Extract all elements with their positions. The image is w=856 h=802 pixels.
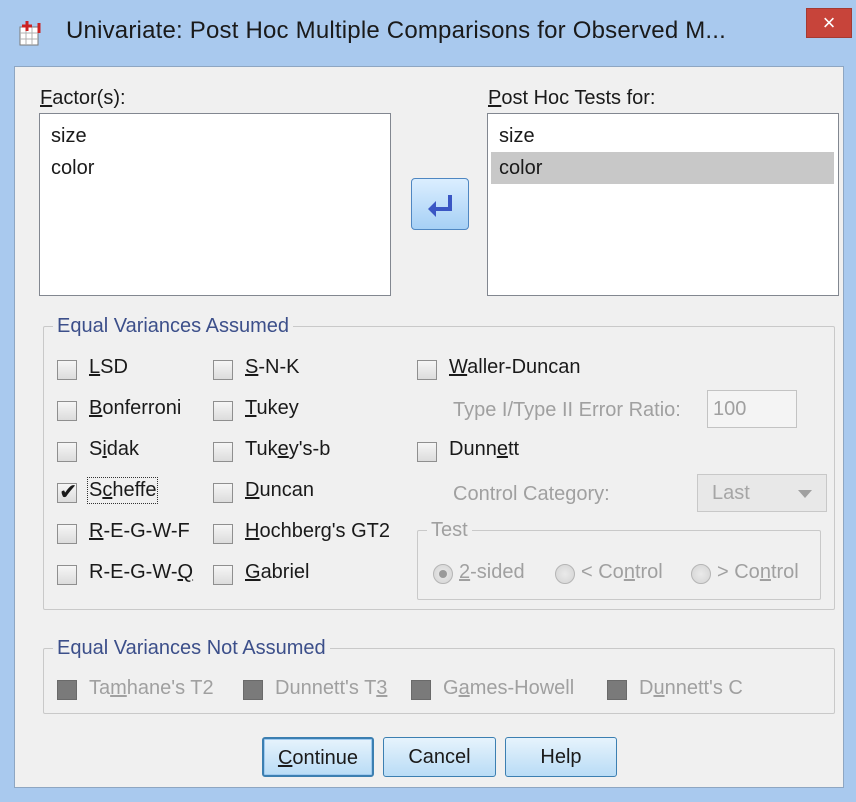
sidak-checkbox[interactable] (57, 442, 77, 462)
waller-duncan-checkbox[interactable] (417, 360, 437, 380)
test-group-title: Test (427, 519, 472, 542)
hochberg-checkbox[interactable] (213, 524, 233, 544)
posthoc-label: Post Hoc Tests for: (488, 87, 656, 109)
scheffe-checkbox[interactable]: ✔ (57, 479, 77, 504)
dunnett-t3-checkbox[interactable] (243, 680, 263, 700)
waller-duncan-label[interactable]: Waller-Duncan (449, 356, 581, 379)
control-category-value: Last (712, 482, 750, 504)
spss-app-icon (17, 19, 57, 49)
title-bar[interactable]: Univariate: Post Hoc Multiple Comparison… (0, 0, 856, 66)
lsd-label[interactable]: LSD (89, 356, 128, 379)
checkmark-icon: ✔ (59, 479, 78, 504)
move-to-posthoc-button[interactable] (411, 178, 469, 230)
chevron-down-icon (798, 490, 812, 498)
factor-item-color[interactable]: color (43, 152, 383, 184)
games-howell-checkbox[interactable] (411, 680, 431, 700)
gabriel-label[interactable]: Gabriel (245, 561, 309, 584)
regwf-checkbox[interactable] (57, 524, 77, 544)
cancel-button[interactable]: Cancel (383, 737, 496, 777)
two-sided-radio[interactable] (433, 564, 453, 584)
hochberg-label[interactable]: Hochberg's GT2 (245, 520, 390, 543)
dialog-window: Univariate: Post Hoc Multiple Comparison… (0, 0, 856, 802)
tukeyb-label[interactable]: Tukey's-b (245, 438, 330, 461)
two-sided-label[interactable]: 2-sided (459, 561, 525, 584)
equal-variances-assumed-title: Equal Variances Assumed (53, 315, 293, 338)
gabriel-checkbox[interactable] (213, 565, 233, 585)
greater-than-control-label[interactable]: > Control (717, 561, 799, 584)
lsd-checkbox[interactable] (57, 360, 77, 380)
equal-variances-not-assumed-title: Equal Variances Not Assumed (53, 637, 330, 660)
window-title: Univariate: Post Hoc Multiple Comparison… (66, 17, 727, 44)
dialog-body: Factor(s): size color Post Hoc Tests for… (14, 66, 844, 788)
duncan-checkbox[interactable] (213, 483, 233, 503)
posthoc-item-size[interactable]: size (491, 120, 834, 152)
tamhane-checkbox[interactable] (57, 680, 77, 700)
factors-label: Factor(s): (40, 87, 126, 109)
greater-than-control-radio[interactable] (691, 564, 711, 584)
control-category-label: Control Category: (453, 483, 610, 505)
factors-list[interactable]: size color (39, 113, 391, 296)
arrow-left-icon (428, 195, 452, 217)
bonferroni-checkbox[interactable] (57, 401, 77, 421)
snk-checkbox[interactable] (213, 360, 233, 380)
dunnett-checkbox[interactable] (417, 442, 437, 462)
regwq-label[interactable]: R-E-G-W-Q (89, 561, 193, 584)
close-button[interactable]: × (806, 8, 852, 38)
tukeyb-checkbox[interactable] (213, 442, 233, 462)
factor-item-size[interactable]: size (43, 120, 383, 152)
control-category-select[interactable]: Last (697, 474, 827, 512)
help-button[interactable]: Help (505, 737, 617, 777)
scheffe-label[interactable]: Scheffe (86, 477, 159, 504)
posthoc-item-color[interactable]: color (491, 152, 834, 184)
duncan-label[interactable]: Duncan (245, 479, 314, 502)
games-howell-label[interactable]: Games-Howell (443, 677, 574, 700)
continue-button[interactable]: Continue (262, 737, 374, 777)
snk-label[interactable]: S-N-K (245, 356, 299, 379)
dunnett-c-label[interactable]: Dunnett's C (639, 677, 743, 700)
dunnett-c-checkbox[interactable] (607, 680, 627, 700)
sidak-label[interactable]: Sidak (89, 438, 139, 461)
less-than-control-radio[interactable] (555, 564, 575, 584)
radio-dot-icon (439, 570, 447, 578)
close-icon: × (822, 10, 836, 35)
tamhane-label[interactable]: Tamhane's T2 (89, 677, 214, 700)
dunnett-label[interactable]: Dunnett (449, 438, 519, 461)
bonferroni-label[interactable]: Bonferroni (89, 397, 181, 420)
regwf-label[interactable]: R-E-G-W-F (89, 520, 190, 543)
tukey-checkbox[interactable] (213, 401, 233, 421)
posthoc-list[interactable]: size color (487, 113, 839, 296)
regwq-checkbox[interactable] (57, 565, 77, 585)
less-than-control-label[interactable]: < Control (581, 561, 663, 584)
error-ratio-input[interactable]: 100 (707, 390, 797, 428)
error-ratio-label: Type I/Type II Error Ratio: (453, 399, 681, 421)
dunnett-t3-label[interactable]: Dunnett's T3 (275, 677, 387, 700)
tukey-label[interactable]: Tukey (245, 397, 299, 420)
